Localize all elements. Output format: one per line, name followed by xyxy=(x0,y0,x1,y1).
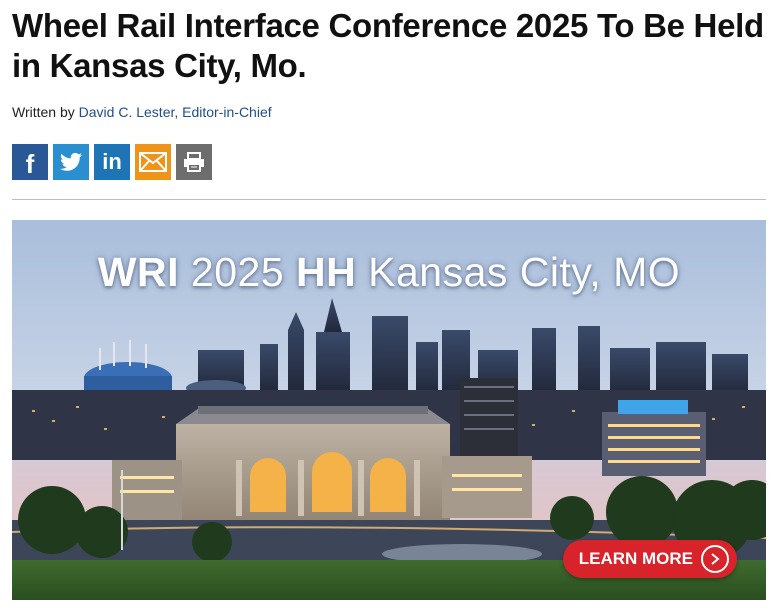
share-bar: f in xyxy=(12,144,212,180)
linkedin-icon: in xyxy=(102,149,122,174)
print-icon xyxy=(184,152,204,172)
email-icon xyxy=(139,152,167,172)
banner-headline: WRI 2025 HH Kansas City, MO xyxy=(12,248,766,296)
email-share-button[interactable] xyxy=(135,144,171,180)
banner-year: 2025 xyxy=(190,249,285,295)
divider xyxy=(12,199,766,200)
print-button[interactable] xyxy=(176,144,212,180)
byline: Written by David C. Lester, Editor-in-Ch… xyxy=(12,104,272,120)
twitter-share-button[interactable] xyxy=(53,144,89,180)
facebook-icon: f xyxy=(25,149,35,179)
learn-more-button[interactable]: LEARN MORE xyxy=(562,540,737,578)
author-link[interactable]: David C. Lester, Editor-in-Chief xyxy=(79,104,272,120)
article-title: Wheel Rail Interface Conference 2025 To … xyxy=(12,7,764,84)
facebook-share-button[interactable]: f xyxy=(12,144,48,180)
byline-prefix: Written by xyxy=(12,104,75,120)
conference-banner[interactable]: WRI 2025 HH Kansas City, MO LEARN MORE xyxy=(12,220,766,600)
banner-wri: WRI xyxy=(97,249,179,295)
linkedin-share-button[interactable]: in xyxy=(94,144,130,180)
banner-hh: HH xyxy=(296,249,357,295)
learn-more-label: LEARN MORE xyxy=(578,549,693,568)
banner-location: Kansas City, MO xyxy=(368,249,681,295)
twitter-icon xyxy=(60,152,82,171)
chevron-right-icon xyxy=(701,545,729,573)
